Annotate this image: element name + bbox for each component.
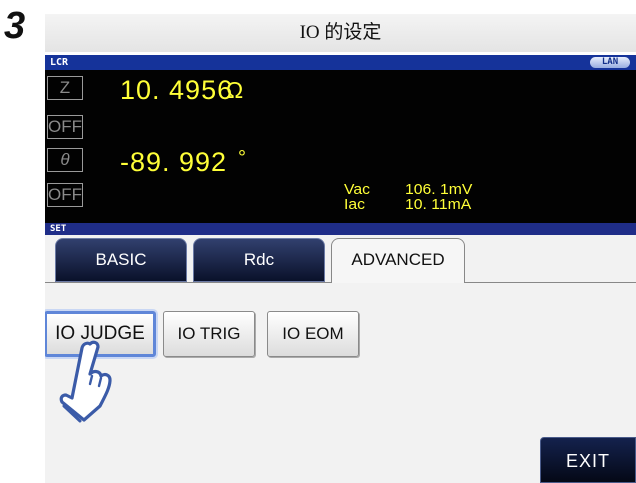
param2-unit: ° xyxy=(238,147,246,169)
monitor-label-iac: Iac xyxy=(344,196,366,213)
exit-button[interactable]: EXIT xyxy=(540,437,636,483)
set-panel: SET BASIC Rdc ADVANCED IO JUDGE IO TRIG … xyxy=(45,223,636,483)
pointing-hand-icon xyxy=(59,340,112,423)
page-title: IO 的设定 xyxy=(45,14,636,52)
param2-value: -89. 992 xyxy=(120,147,228,177)
tab-rdc[interactable]: Rdc xyxy=(193,238,325,282)
param2-selector[interactable]: θ xyxy=(47,148,83,172)
tab-advanced[interactable]: ADVANCED xyxy=(331,238,465,283)
monitor-value-vac: 106. 1mV xyxy=(405,181,473,198)
set-header: SET xyxy=(45,223,636,235)
param1-value: 10. 4956 xyxy=(120,75,234,105)
step-number: 3 xyxy=(4,5,26,47)
lan-badge: LAN xyxy=(590,57,630,68)
param1-off-toggle[interactable]: OFF xyxy=(47,115,83,139)
monitor-label-vac: Vac xyxy=(344,181,370,198)
tab-basic[interactable]: BASIC xyxy=(55,238,187,282)
lcr-header: LCR LAN xyxy=(45,55,636,70)
param1-unit: Ω xyxy=(226,77,244,103)
lcr-label: LCR xyxy=(50,57,69,68)
monitor-value-iac: 10. 11mA xyxy=(405,196,472,213)
instrument-screen: LCR LAN Z OFF θ OFF 10. 4956 Ω -89. 992 … xyxy=(45,55,636,483)
io-trig-button[interactable]: IO TRIG xyxy=(163,311,255,357)
io-eom-button[interactable]: IO EOM xyxy=(267,311,359,357)
param2-off-toggle[interactable]: OFF xyxy=(47,183,83,207)
param1-selector[interactable]: Z xyxy=(47,76,83,100)
